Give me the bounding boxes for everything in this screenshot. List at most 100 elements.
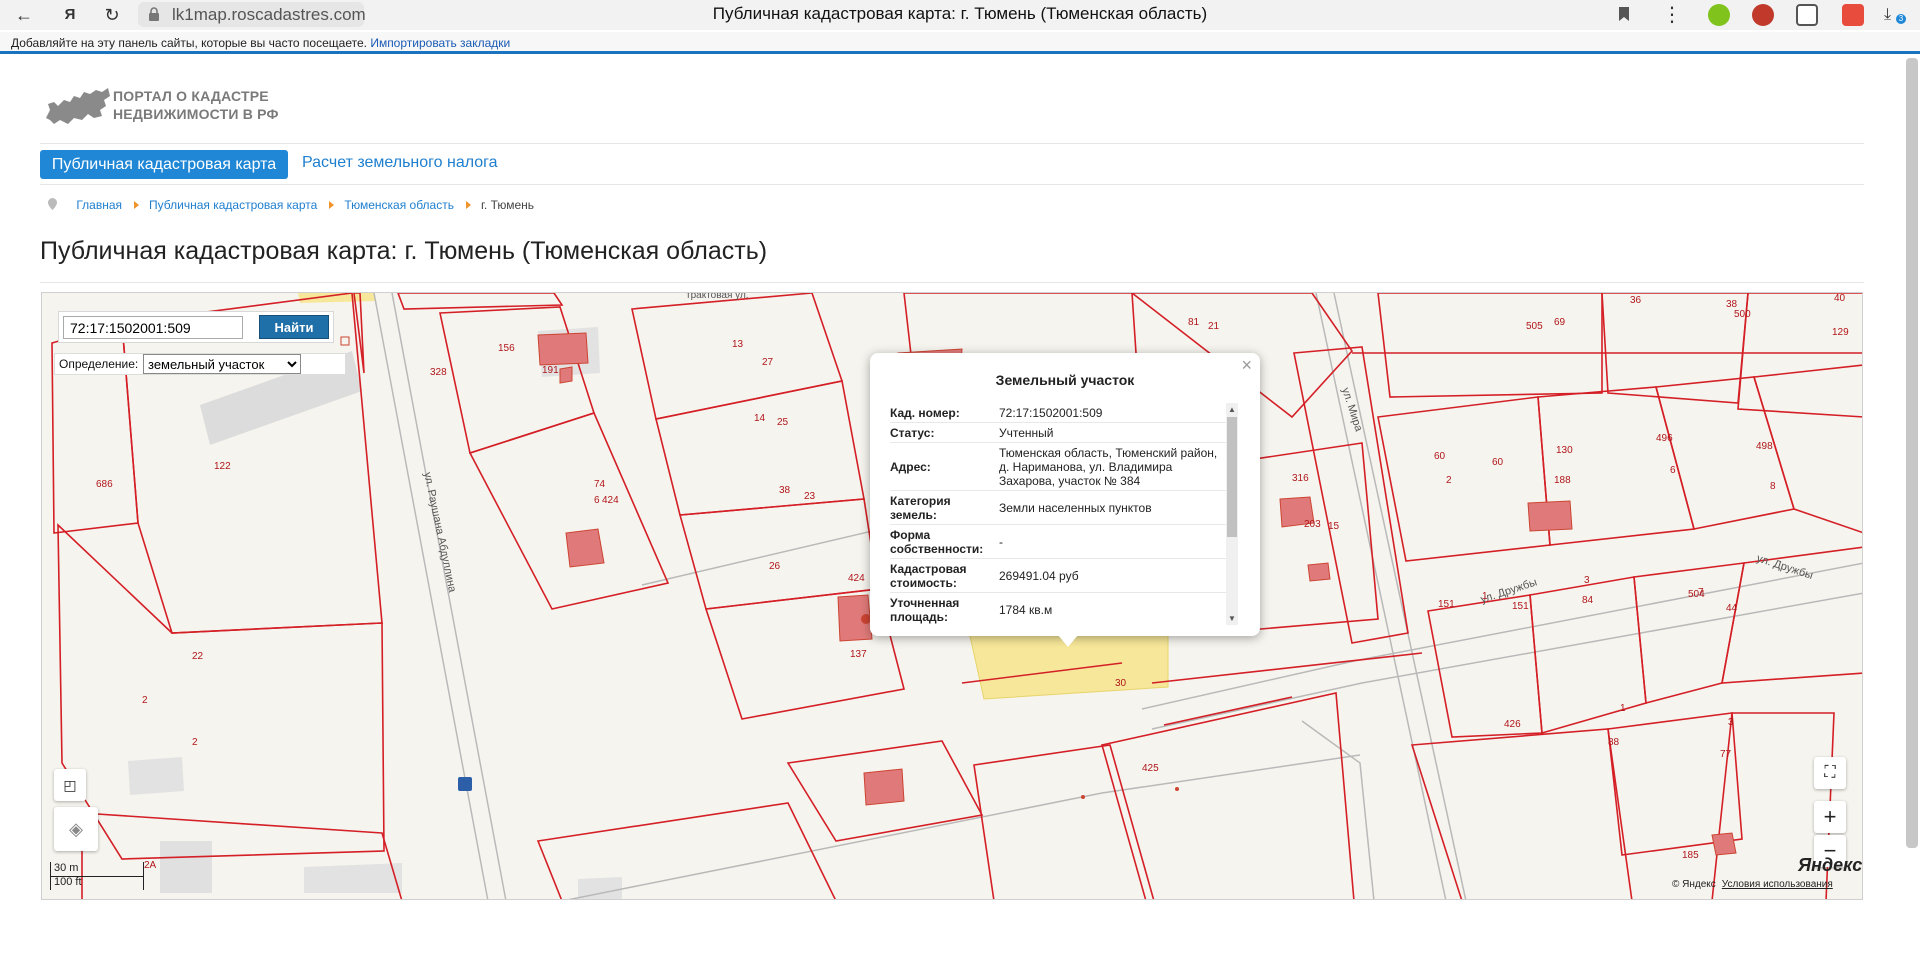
parcel-number: 1 (1620, 703, 1626, 714)
parcel-number: 498 (1756, 441, 1773, 452)
parcel-number: 500 (1734, 309, 1751, 320)
scale-labels: 30 m 100 ft (50, 861, 82, 889)
building-shape (160, 841, 212, 893)
parcel-number: 328 (430, 367, 447, 378)
scroll-up-icon[interactable]: ▲ (1228, 405, 1236, 414)
downloads-icon[interactable]: ⤓ 3 (1884, 4, 1906, 26)
parcel-number: 203 (1304, 519, 1321, 530)
back-icon[interactable]: ← (12, 3, 36, 27)
logo-line-2: НЕДВИЖИМОСТИ В РФ (113, 106, 279, 122)
building-203 (1307, 562, 1331, 582)
terms-link[interactable]: Условия использования (1722, 879, 1833, 890)
tab-land-tax-calc[interactable]: Расчет земельного налога (302, 154, 498, 172)
breadcrumb-region[interactable]: Тюменская область (344, 198, 454, 212)
extension-icon-3[interactable] (1796, 4, 1818, 26)
map-point (1175, 787, 1179, 791)
breadcrumb-map[interactable]: Публичная кадастровая карта (149, 198, 317, 212)
tab-public-cadastral-map[interactable]: Публичная кадастровая карта (40, 150, 288, 179)
breadcrumb-arrow-icon (465, 201, 471, 209)
divider (40, 143, 1864, 144)
parcel-number: 8 (1770, 481, 1776, 492)
bookmarks-bar: Добавляйте на эту панель сайты, которые … (0, 32, 1920, 54)
detail-key: Категория земель: (890, 494, 951, 522)
parcel-number: 27 (762, 357, 774, 368)
parcel-number: 151 (1512, 601, 1529, 612)
map-point (1081, 795, 1085, 799)
parcel-info-popup: × Земельный участок Кад. номер: 72:17:150… (870, 353, 1260, 647)
fullscreen-icon[interactable]: ⛶ (1814, 757, 1846, 789)
extension-icon-4[interactable] (1842, 4, 1864, 26)
parcel-number: 23 (804, 491, 816, 502)
import-bookmarks-link[interactable]: Импортировать закладки (370, 36, 510, 50)
detail-key: Статус: (890, 426, 935, 440)
parcel-number: 84 (1582, 595, 1594, 606)
parcel-number: 2 (192, 737, 198, 748)
detail-value: 269491.04 руб (999, 569, 1079, 583)
parcel-number: 14 (754, 413, 766, 424)
parcel-number: 424 (602, 495, 619, 506)
detail-key: Кадастровая стоимость: (890, 562, 967, 590)
popup-scrollbar[interactable]: ▲ ▼ (1226, 403, 1238, 625)
downloads-badge: 3 (1896, 14, 1906, 24)
parcel-number: 496 (1656, 433, 1673, 444)
location-pin-icon (48, 198, 57, 210)
popup-title: Земельный участок (995, 372, 1135, 388)
menu-icon[interactable]: ⋮ (1662, 2, 1682, 27)
parcel-number: 2 (1446, 475, 1452, 486)
popup-scroll-thumb[interactable] (1227, 417, 1237, 537)
copyright-text: © Яндекс (1672, 879, 1716, 890)
zoom-in-button[interactable]: + (1814, 801, 1846, 833)
parcel-number: 185 (1682, 850, 1699, 861)
ruler-icon[interactable]: ◰ (54, 769, 86, 801)
map-marker (340, 336, 350, 346)
popup-details: Кад. номер: 72:17:1502001:509 Статус: Учте… (890, 403, 1234, 625)
parcel-number: 2А (144, 860, 157, 871)
russia-map-logo-icon[interactable] (44, 84, 112, 126)
parcel-number: 6 (1670, 465, 1676, 476)
logo-line-1: ПОРТАЛ О КАДАСТРЕ (113, 88, 269, 104)
definition-select[interactable]: земельный участок (143, 354, 301, 374)
cadastral-number-input[interactable] (63, 316, 243, 339)
parcel-number: 38 (779, 485, 791, 496)
extension-icon-2[interactable] (1752, 4, 1774, 26)
yandex-logo[interactable]: Яндекс (1798, 855, 1862, 876)
page-scrollbar[interactable] (1906, 58, 1918, 848)
parcel-number: 40 (1834, 293, 1846, 304)
building-188 (1527, 500, 1573, 532)
page-title: Публичная кадастровая карта: г. Тюмень (… (40, 237, 768, 265)
site-logo-text[interactable]: ПОРТАЛ О КАДАСТРЕ НЕДВИЖИМОСТИ В РФ (113, 87, 279, 123)
detail-key: Уточненная площадь: (890, 596, 960, 624)
parcel-number: 3 (1584, 575, 1590, 586)
popup-pointer (1058, 635, 1078, 647)
breadcrumb-arrow-icon (134, 201, 140, 209)
definition-box: Определение: земельный участок (54, 353, 346, 375)
layers-icon[interactable]: ◈ (54, 807, 98, 851)
parcel-number: 74 (594, 479, 606, 490)
parcel-number: 25 (777, 417, 789, 428)
parcel-number: 426 (1504, 719, 1521, 730)
detail-row: Кад. номер: 72:17:1502001:509 (890, 403, 1234, 423)
parcel-number: 425 (1142, 763, 1159, 774)
detail-row: Статус: Учтенный (890, 423, 1234, 443)
find-button[interactable]: Найти (259, 315, 329, 339)
parcel-number: 3 (1728, 717, 1734, 728)
browser-toolbar: ← Я ↻ lk1map.roscadastres.com Публичная … (0, 0, 1920, 30)
cadastral-map[interactable]: ул. Раушана Абдуллина ул. Мира ул. Дружб… (41, 292, 1863, 900)
yandex-browser-icon[interactable]: Я (58, 3, 82, 27)
breadcrumb-home[interactable]: Главная (76, 198, 122, 212)
extension-icon-1[interactable] (1708, 4, 1730, 26)
detail-value: Тюменская область, Тюменский район, д. Н… (999, 446, 1218, 488)
bookmark-icon[interactable] (1618, 6, 1630, 22)
building-191 (559, 366, 573, 384)
detail-key: Форма собственности: (890, 528, 984, 556)
scale-feet: 100 ft (54, 876, 82, 888)
building-156 (537, 332, 589, 366)
bus-stop-icon[interactable] (458, 777, 472, 791)
parcel-number: 22 (192, 651, 204, 662)
reload-icon[interactable]: ↻ (100, 3, 124, 27)
address-bar[interactable]: lk1map.roscadastres.com (138, 2, 366, 27)
detail-key: Адрес: (890, 460, 931, 474)
detail-row: Форма собственности: - (890, 525, 1234, 559)
parcel-number: 137 (850, 649, 867, 660)
scroll-down-icon[interactable]: ▼ (1228, 614, 1236, 623)
